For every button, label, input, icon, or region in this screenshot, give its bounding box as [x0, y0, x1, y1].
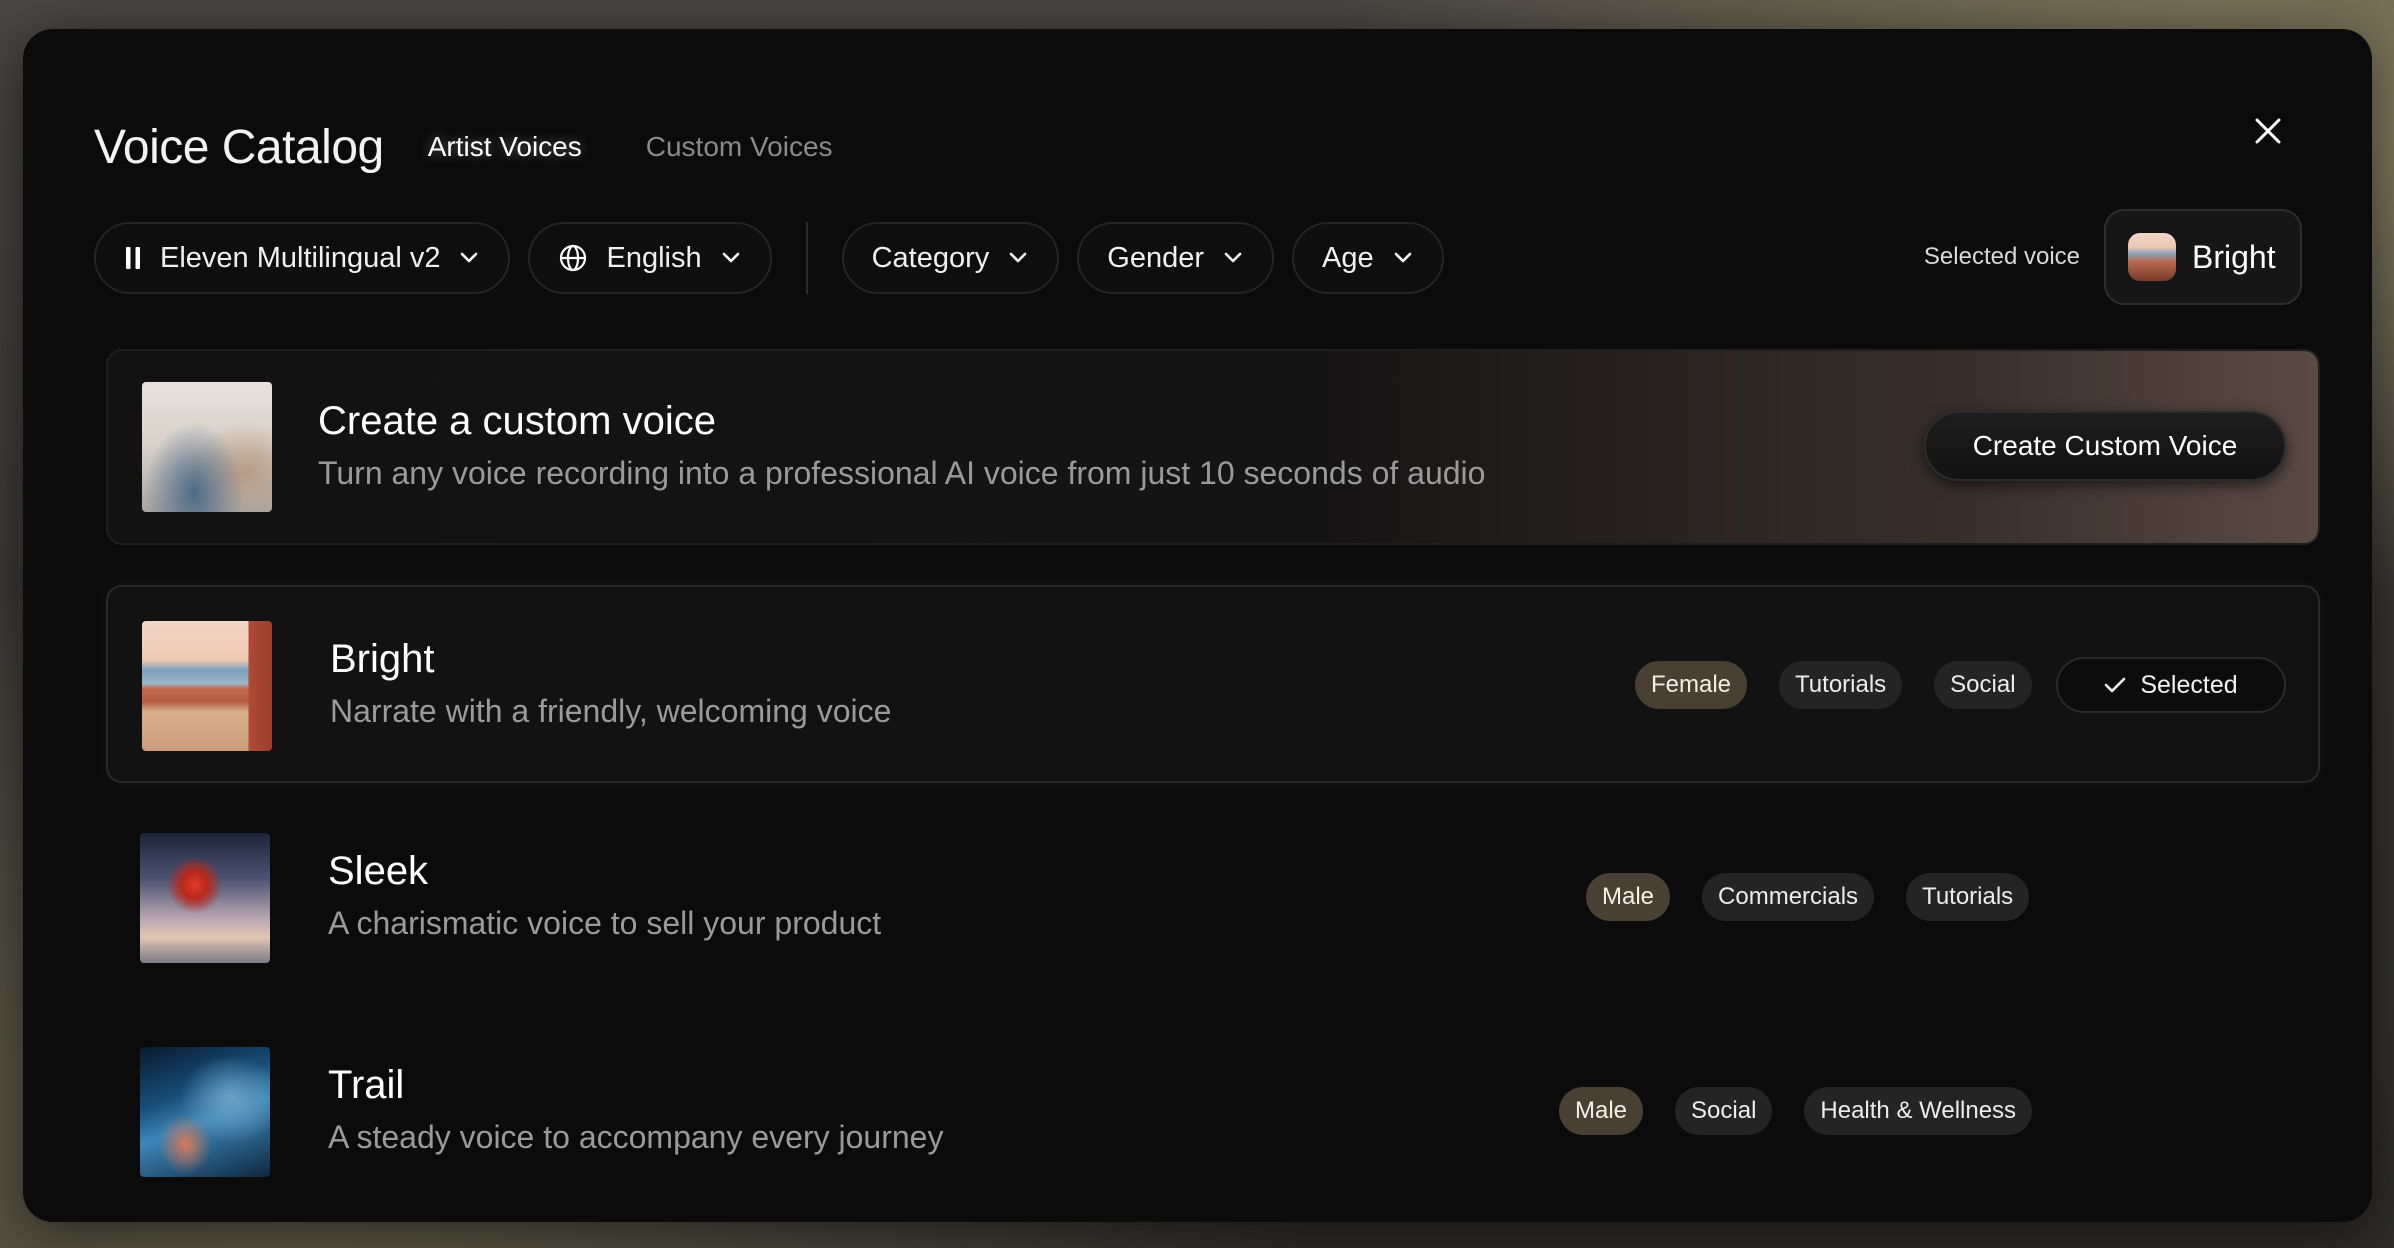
tab-custom-voices[interactable]: Custom Voices: [646, 131, 833, 163]
create-voice-title: Create a custom voice: [318, 399, 716, 443]
voice-catalog-modal: Voice Catalog Artist Voices Custom Voice…: [23, 29, 2372, 1222]
voice-thumbnail: [140, 1047, 270, 1177]
voice-description: Narrate with a friendly, welcoming voice: [330, 693, 892, 729]
tag-gender: Male: [1586, 873, 1671, 921]
tag-category: Social: [1675, 1087, 1773, 1135]
gender-label: Gender: [1107, 241, 1205, 274]
language-dropdown[interactable]: English: [528, 222, 772, 294]
globe-icon: [558, 243, 588, 273]
create-custom-voice-card: Create a custom voice Turn any voice rec…: [106, 349, 2320, 545]
chevron-down-icon: [722, 252, 740, 264]
model-label: Eleven Multilingual v2: [160, 241, 441, 274]
voice-row-trail[interactable]: Trail A steady voice to accompany every …: [106, 1013, 2320, 1211]
tag-category: Commercials: [1702, 873, 1875, 921]
selected-voice-name: Bright: [2192, 238, 2276, 275]
voice-row-sleek[interactable]: Sleek A charismatic voice to sell your p…: [106, 799, 2320, 997]
voice-name: Trail: [328, 1063, 405, 1107]
tab-artist-voices[interactable]: Artist Voices: [428, 131, 582, 163]
chevron-down-icon: [1224, 252, 1242, 264]
voice-tags: Male Commercials Tutorials: [1586, 873, 2030, 921]
tag-category: Social: [1934, 661, 2032, 709]
filter-divider: [805, 222, 808, 294]
voice-description: A charismatic voice to sell your product: [328, 905, 882, 941]
tag-category: Tutorials: [1906, 873, 2030, 921]
tag-gender: Female: [1635, 661, 1748, 709]
selected-voice-indicator: Selected voice Bright: [1924, 209, 2302, 305]
tag-category: Health & Wellness: [1804, 1087, 2033, 1135]
tag-gender: Male: [1559, 1087, 1644, 1135]
chevron-down-icon: [460, 252, 478, 264]
gender-dropdown[interactable]: Gender: [1077, 222, 1275, 294]
selected-voice-thumbnail: [2128, 233, 2176, 281]
chevron-down-icon: [1394, 252, 1412, 264]
voice-row-bright[interactable]: Bright Narrate with a friendly, welcomin…: [106, 585, 2320, 783]
category-label: Category: [871, 241, 990, 274]
create-voice-subtitle: Turn any voice recording into a professi…: [318, 455, 1486, 491]
age-label: Age: [1322, 241, 1374, 274]
model-dropdown[interactable]: Eleven Multilingual v2: [94, 222, 511, 294]
page-title: Voice Catalog: [94, 120, 384, 174]
selected-voice-chip[interactable]: Bright: [2104, 209, 2302, 305]
selected-voice-label: Selected voice: [1923, 243, 2080, 270]
voice-description: A steady voice to accompany every journe…: [328, 1119, 944, 1155]
voice-name: Sleek: [328, 849, 429, 893]
chevron-down-icon: [1009, 252, 1027, 264]
voice-name: Bright: [330, 637, 435, 681]
voice-tags: Female Tutorials Social: [1635, 661, 2032, 709]
create-custom-voice-button[interactable]: Create Custom Voice: [1924, 411, 2286, 481]
selected-button[interactable]: Selected: [2056, 657, 2286, 713]
tag-category: Tutorials: [1779, 661, 1903, 709]
age-dropdown[interactable]: Age: [1292, 222, 1444, 294]
voice-thumbnail: [142, 621, 272, 751]
pause-icon: [124, 245, 142, 271]
checkmark-icon: [2105, 677, 2126, 693]
category-dropdown[interactable]: Category: [841, 222, 1060, 294]
voice-tags: Male Social Health & Wellness: [1559, 1087, 2033, 1135]
modal-header: Voice Catalog Artist Voices Custom Voice…: [94, 107, 833, 187]
language-label: English: [606, 241, 702, 274]
close-icon: [2255, 118, 2281, 144]
selected-label: Selected: [2140, 670, 2238, 699]
create-voice-thumbnail: [142, 382, 272, 512]
voice-thumbnail: [140, 833, 270, 963]
close-button[interactable]: [2244, 107, 2292, 155]
filter-bar: Eleven Multilingual v2 English Category …: [94, 221, 1462, 295]
